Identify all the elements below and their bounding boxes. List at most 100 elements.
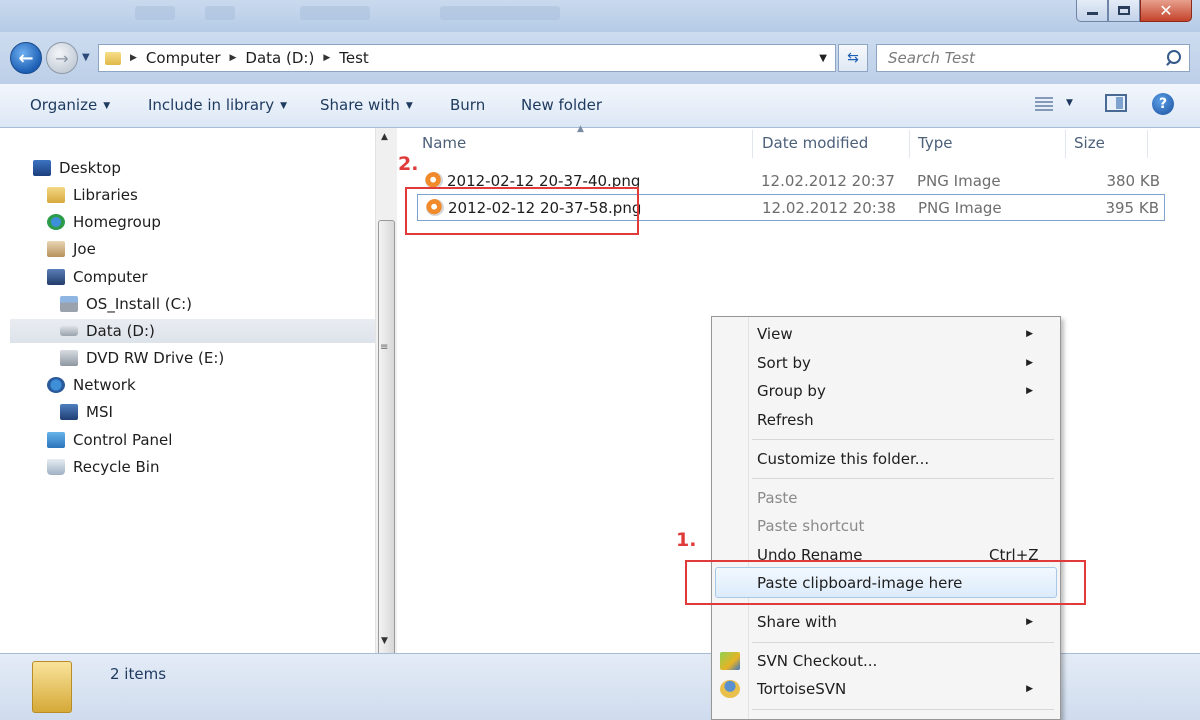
nav-item-os-install[interactable]: OS_Install (C:)	[60, 292, 192, 316]
menu-item-svn-checkout[interactable]: SVN Checkout...	[757, 652, 1047, 670]
refresh-icon: ⇆	[847, 50, 859, 66]
drive-icon	[60, 296, 78, 312]
scroll-up-icon[interactable]: ▲	[381, 132, 388, 142]
column-header-type[interactable]: Type	[918, 134, 952, 152]
nav-item-desktop[interactable]: Desktop	[33, 156, 121, 180]
breadcrumb-arrow-icon[interactable]: ▶	[130, 53, 137, 63]
close-button[interactable]: ✕	[1140, 0, 1192, 22]
chevron-down-icon: ▼	[405, 101, 413, 111]
nav-item-label: Homegroup	[73, 213, 161, 231]
minimize-icon	[1086, 12, 1098, 15]
desktop-icon	[33, 160, 51, 176]
context-menu: View ▶ Sort by ▶ Group by ▶ Refresh Customi…	[711, 316, 1061, 720]
breadcrumb-arrow-icon[interactable]: ▶	[230, 53, 237, 63]
nav-item-label: Recycle Bin	[73, 458, 160, 476]
menu-item-customize-folder[interactable]: Customize this folder...	[757, 450, 1047, 468]
forward-button[interactable]: →	[46, 42, 78, 74]
menu-item-label: Sort by	[757, 354, 811, 372]
address-history-dropdown[interactable]: ▼	[819, 53, 827, 64]
annotation-label-step-2: 2.	[398, 153, 419, 175]
include-label: Include in library	[148, 96, 275, 114]
preview-pane-icon[interactable]	[1105, 94, 1127, 112]
scroll-down-icon[interactable]: ▼	[381, 636, 388, 646]
nav-item-label: MSI	[86, 403, 113, 421]
menu-item-paste-shortcut[interactable]: Paste shortcut	[757, 517, 1047, 535]
menu-item-tortoisesvn[interactable]: TortoiseSVN ▶	[757, 680, 1047, 698]
title-ghost	[135, 6, 175, 20]
search-input[interactable]: Search Test	[876, 44, 1190, 72]
refresh-button[interactable]: ⇆	[838, 44, 868, 72]
minimize-button[interactable]	[1076, 0, 1108, 22]
column-header-name[interactable]: Name	[422, 134, 466, 152]
maximize-button[interactable]	[1108, 0, 1140, 22]
include-in-library-button[interactable]: Include in library ▼	[148, 96, 287, 114]
recent-pages-dropdown[interactable]: ▼	[82, 52, 90, 63]
title-ghost	[440, 6, 560, 20]
nav-item-recycle-bin[interactable]: Recycle Bin	[47, 455, 159, 479]
nav-item-msi[interactable]: MSI	[60, 400, 113, 424]
breadcrumb-arrow-icon[interactable]: ▶	[323, 53, 330, 63]
change-view-icon[interactable]	[1035, 97, 1053, 111]
forward-arrow-icon: →	[55, 48, 69, 68]
menu-separator	[752, 642, 1054, 643]
submenu-arrow-icon: ▶	[1026, 329, 1033, 339]
file-size: 380 KB	[1106, 172, 1160, 190]
menu-item-label: Group by	[757, 382, 826, 400]
back-arrow-icon: ←	[18, 47, 34, 69]
folder-icon	[105, 51, 121, 65]
nav-item-libraries[interactable]: Libraries	[47, 183, 138, 207]
sort-ascending-icon: ▲	[577, 124, 584, 134]
column-header-size[interactable]: Size	[1074, 134, 1105, 152]
chevron-down-icon[interactable]: ▼	[1066, 98, 1073, 108]
nav-item-control-panel[interactable]: Control Panel	[47, 428, 172, 452]
search-placeholder: Search Test	[888, 49, 975, 67]
breadcrumb-computer[interactable]: Computer	[146, 49, 221, 67]
libraries-icon	[47, 187, 65, 203]
burn-button[interactable]: Burn	[450, 96, 485, 114]
menu-item-view[interactable]: View ▶	[757, 325, 1047, 343]
maximize-icon	[1118, 6, 1130, 15]
menu-item-group-by[interactable]: Group by ▶	[757, 382, 1047, 400]
new-folder-button[interactable]: New folder	[521, 96, 602, 114]
share-with-button[interactable]: Share with ▼	[320, 96, 413, 114]
menu-item-share-with[interactable]: Share with ▶	[757, 613, 1047, 631]
menu-item-refresh[interactable]: Refresh	[757, 411, 1047, 429]
nav-item-computer[interactable]: Computer	[47, 265, 148, 289]
annotation-box-step-1	[685, 560, 1086, 605]
nav-item-network[interactable]: Network	[47, 373, 136, 397]
nav-item-homegroup[interactable]: Homegroup	[47, 210, 161, 234]
nav-item-label: OS_Install (C:)	[86, 295, 192, 313]
nav-item-label: Desktop	[59, 159, 121, 177]
organize-label: Organize	[30, 96, 98, 114]
column-divider[interactable]	[752, 130, 753, 158]
nav-item-data-drive[interactable]: Data (D:)	[10, 319, 375, 343]
breadcrumb-test[interactable]: Test	[339, 49, 369, 67]
column-divider[interactable]	[909, 130, 910, 158]
menu-separator	[752, 439, 1054, 440]
folder-icon	[32, 661, 72, 713]
back-button[interactable]: ←	[10, 42, 42, 74]
submenu-arrow-icon: ▶	[1026, 386, 1033, 396]
column-divider[interactable]	[1065, 130, 1066, 158]
column-header-date-modified[interactable]: Date modified	[762, 134, 868, 152]
tortoisesvn-icon	[720, 680, 740, 698]
menu-item-paste[interactable]: Paste	[757, 489, 1047, 507]
scrollbar-thumb[interactable]	[378, 220, 395, 665]
column-divider[interactable]	[1147, 130, 1148, 158]
help-icon[interactable]: ?	[1152, 93, 1174, 115]
nav-item-dvd-drive[interactable]: DVD RW Drive (E:)	[60, 346, 224, 370]
title-bar: ✕	[0, 0, 1200, 32]
address-bar[interactable]: ▶ Computer ▶ Data (D:) ▶ Test ▼	[98, 44, 836, 72]
breadcrumb-data-drive[interactable]: Data (D:)	[245, 49, 314, 67]
menu-item-label: View	[757, 325, 793, 343]
nav-item-label: Joe	[73, 240, 96, 258]
control-panel-icon	[47, 432, 65, 448]
nav-item-joe[interactable]: Joe	[47, 237, 96, 261]
file-date: 12.02.2012 20:38	[762, 199, 896, 217]
search-icon[interactable]	[1164, 49, 1182, 67]
navigation-scrollbar[interactable]: ▲ ≡ ▼	[375, 128, 397, 665]
organize-button[interactable]: Organize ▼	[30, 96, 110, 114]
menu-item-sort-by[interactable]: Sort by ▶	[757, 354, 1047, 372]
file-date: 12.02.2012 20:37	[761, 172, 895, 190]
file-type: PNG Image	[918, 199, 1002, 217]
